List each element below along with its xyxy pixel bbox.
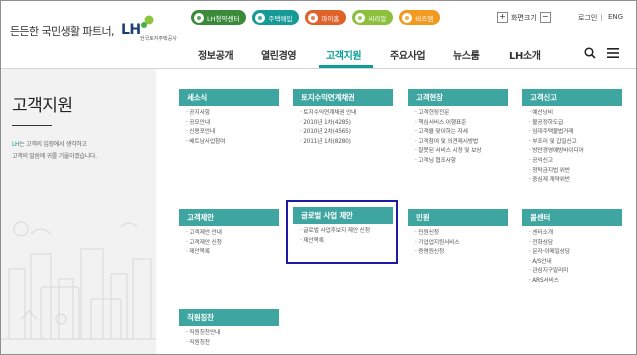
card-link[interactable]: 문자·이메일상담 <box>529 248 622 258</box>
top-bar: 든든한 국민생활 파트너, LH 한국토지주택공사 LH청약센터 주택매입 마이… <box>1 1 636 42</box>
left-panel: 고객지원 LH는 고객의 입장에서 생각하고 고객의 말씀에 귀를 기울이겠습니… <box>1 69 156 354</box>
card-link[interactable]: 기업업지원서비스 <box>415 239 508 249</box>
nav-item-info-disclosure[interactable]: 정보공개 <box>198 47 234 62</box>
zoom-control: + 화면크기 − <box>497 12 551 23</box>
title-divider <box>12 125 52 126</box>
page-frame: 든든한 국민생활 파트너, LH 한국토지주택공사 LH청약센터 주택매입 마이… <box>0 0 637 355</box>
lh-logo[interactable]: LH 한국토지주택공사 <box>121 19 177 42</box>
pill-lh-subscription[interactable]: LH청약센터 <box>191 10 247 25</box>
card-link[interactable]: 관심지구알리미 <box>529 267 622 277</box>
card-link[interactable]: 방만경영예방바이디어 <box>529 147 622 157</box>
nav-item-newsroom[interactable]: 뉴스룸 <box>453 47 480 62</box>
desc-line1: 는 고객의 입장에서 생각하고 <box>19 141 87 148</box>
card-customer-report: 고객신고 예산낭비 불공정하도급 임대주택불법거래 부조리 및 갑질신고 방만경… <box>522 89 622 186</box>
card-link[interactable]: 예산낭비 <box>529 109 622 119</box>
card-title[interactable]: 민원 <box>408 209 508 226</box>
lh-logo-mark-icon <box>141 15 154 28</box>
card-employee-praise: 직원칭찬 직원칭찬안내 직원칭찬 <box>179 309 279 348</box>
highlight-box <box>286 200 398 264</box>
map-icon <box>355 12 366 23</box>
home-icon <box>308 12 319 23</box>
card-link[interactable]: 전화상담 <box>529 239 622 249</box>
card-customer-charter: 고객현장 고객현장전문 핵심서비스 이행표준 고객을 맞이하는 자세 고객참여 … <box>408 89 508 167</box>
city-illustration <box>1 221 156 340</box>
zoom-out-button[interactable]: − <box>539 12 551 23</box>
card-link[interactable]: 토지수익연계채권 안내 <box>300 109 393 119</box>
util-divider <box>601 14 602 21</box>
card-link[interactable]: 공익신고 <box>529 157 622 167</box>
card-news: 세소식 공지사항 공모안내 신용포안내 베트남사업참여 <box>179 89 279 147</box>
card-land-bond: 토지수익연계채권 토지수익연계채권 안내 2010년 1차(4285) 2010… <box>293 89 393 147</box>
card-link[interactable]: 고객님 협조사항 <box>415 157 508 167</box>
card-civil-complaint: 민원 민원신청 기업업지원서비스 증명원신청 <box>408 209 508 258</box>
card-link[interactable]: 증명원신청 <box>415 248 508 258</box>
card-link[interactable]: 고객제안 안내 <box>186 229 279 239</box>
slogan: 든든한 국민생활 파트너, <box>10 25 114 38</box>
zoom-label: 화면크기 <box>511 13 537 22</box>
language-link[interactable]: ENG <box>608 13 623 21</box>
house-icon <box>194 12 204 23</box>
pill-bizm[interactable]: 비즈엠 <box>399 10 441 25</box>
card-link[interactable]: 불공정하도급 <box>529 119 622 129</box>
card-title[interactable]: 콜센터 <box>522 209 622 226</box>
card-link[interactable]: 청탁금지법 위반 <box>529 167 622 177</box>
card-link[interactable]: 중심제 계약위반 <box>529 176 622 186</box>
card-title[interactable]: 고객제안 <box>179 209 279 226</box>
card-link[interactable]: 부조리 및 갑질신고 <box>529 138 622 148</box>
main-nav: 정보공개 열린경영 고객지원 주요사업 뉴스룸 LH소개 <box>1 41 636 69</box>
card-link[interactable]: 제안목록 <box>186 248 279 258</box>
logo-text: LH <box>121 22 141 38</box>
page-title: 고객지원 <box>12 96 73 116</box>
login-link[interactable]: 로그인 <box>578 13 597 23</box>
card-link[interactable]: 2010년 1차(4285) <box>300 119 393 129</box>
building-icon <box>255 12 266 23</box>
card-call-center: 콜센터 센터소개 전화상담 문자·이메일상담 A/S안내 관심지구알리미 ARS… <box>522 209 622 287</box>
nav-item-open-management[interactable]: 열린경영 <box>261 47 297 62</box>
pill-house-purchase[interactable]: 주택매입 <box>252 10 300 25</box>
card-link[interactable]: 직원칭찬안내 <box>186 329 279 339</box>
card-link[interactable]: 민원신청 <box>415 229 508 239</box>
page-description: LH는 고객의 입장에서 생각하고 고객의 말씀에 귀를 기울이겠습니다. <box>12 139 152 163</box>
card-link[interactable]: 임대주택불법거래 <box>529 128 622 138</box>
pill-myhome[interactable]: 마이홈 <box>305 10 347 25</box>
card-title[interactable]: 토지수익연계채권 <box>293 89 393 106</box>
card-link[interactable]: 공지사항 <box>186 109 279 119</box>
briefcase-icon <box>402 12 413 23</box>
desc-line2: 고객의 말씀에 귀를 기울이겠습니다. <box>12 153 97 160</box>
card-link[interactable]: 베트남사업참여 <box>186 138 279 148</box>
card-title[interactable]: 고객신고 <box>522 89 622 106</box>
card-link[interactable]: 2010년 2차(4565) <box>300 128 393 138</box>
nav-item-customer-support[interactable]: 고객지원 <box>326 47 362 62</box>
card-link[interactable]: 신용포안내 <box>186 128 279 138</box>
search-icon[interactable] <box>584 47 596 59</box>
card-link[interactable]: ARS서비스 <box>529 277 622 287</box>
card-link[interactable]: 2011년 1차(8280) <box>300 138 393 148</box>
hamburger-menu-icon[interactable] <box>607 48 619 58</box>
zoom-in-button[interactable]: + <box>497 12 508 23</box>
card-link[interactable]: 직원칭찬 <box>186 339 279 349</box>
card-customer-proposal: 고객제안 고객제안 안내 고객제안 신청 제안목록 <box>179 209 279 258</box>
card-link[interactable]: 잘못된 서비스 시정 및 보상 <box>415 147 508 157</box>
nav-item-main-business[interactable]: 주요사업 <box>390 47 426 62</box>
pill-cereal[interactable]: 씨리얼 <box>352 10 394 25</box>
quick-links: LH청약센터 주택매입 마이홈 씨리얼 비즈엠 <box>191 10 441 25</box>
card-link[interactable]: 센터소개 <box>529 229 622 239</box>
card-link[interactable]: 고객참여 및 의견제시방법 <box>415 138 508 148</box>
card-title[interactable]: 세소식 <box>179 89 279 106</box>
card-link[interactable]: 고객제안 신청 <box>186 239 279 249</box>
card-link[interactable]: 핵심서비스 이행표준 <box>415 119 508 129</box>
nav-item-about-lh[interactable]: LH소개 <box>509 47 541 62</box>
card-title[interactable]: 직원칭찬 <box>179 309 279 326</box>
active-nav-indicator <box>319 65 373 68</box>
card-link[interactable]: 고객을 맞이하는 자세 <box>415 128 508 138</box>
card-link[interactable]: A/S안내 <box>529 258 622 268</box>
card-link[interactable]: 고객현장전문 <box>415 109 508 119</box>
card-link[interactable]: 공모안내 <box>186 119 279 129</box>
card-title[interactable]: 고객현장 <box>408 89 508 106</box>
